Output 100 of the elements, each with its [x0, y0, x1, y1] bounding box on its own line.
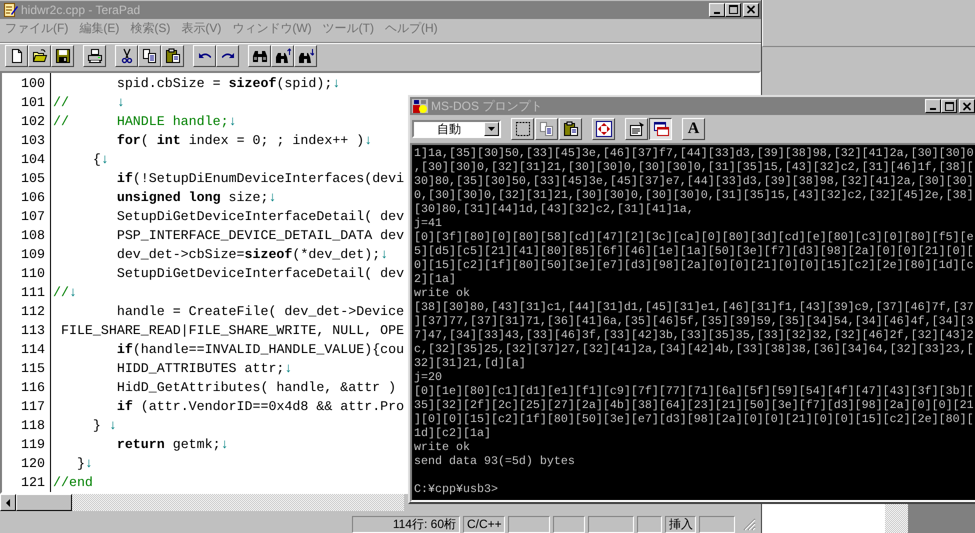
console-line: 0,[30][30]0,[32][31]21,[30][30]0,[30][30]0,[31][35]15,[43][32]c2,[32][45]2e,[38]: [414, 188, 974, 202]
code-line: if (attr.VendorID==0x4d8 && attr.Pro: [116, 398, 404, 416]
status-panel: [553, 516, 585, 533]
line-end-mark: ↓: [228, 113, 237, 132]
maximize-button[interactable]: [725, 2, 742, 17]
line-number: 111: [20, 284, 46, 302]
line-number: 101: [20, 94, 46, 112]
open-button[interactable]: [28, 44, 51, 67]
redo-button[interactable]: [216, 44, 239, 67]
minimize-button[interactable]: [925, 99, 941, 113]
new-file-button[interactable]: [5, 44, 28, 67]
console-line: 1d][c2][1a]: [414, 426, 491, 440]
code-line: // HANDLE handle;: [53, 113, 229, 132]
status-panel: [699, 516, 735, 533]
line-end-mark: ↓: [332, 75, 340, 94]
line-number: 114: [20, 341, 46, 360]
horizontal-scrollbar[interactable]: [0, 494, 404, 512]
console-line: 32][31]21,[d][a]: [414, 356, 526, 370]
cut-button[interactable]: [115, 44, 138, 67]
close-button[interactable]: [959, 99, 975, 113]
console-line: send data 93(=5d) bytes: [414, 454, 575, 468]
code-line: SetupDiGetDeviceInterfaceDetail( dev: [116, 265, 404, 284]
properties-button[interactable]: [625, 118, 648, 140]
paste-button[interactable]: [161, 44, 184, 67]
console-line: [0][3f][80][0][80][58][cd][47][2][3c][ca][0][80][3d][cd][e][80][c3][0][80][f5][e: [414, 230, 974, 244]
line-number: 113: [20, 322, 46, 340]
full-screen-button[interactable]: [592, 118, 615, 140]
code-line: PSP_INTERFACE_DEVICE_DETAIL_DATA dev: [116, 227, 404, 246]
scroll-thumb[interactable]: [16, 494, 72, 512]
save-button[interactable]: [51, 44, 74, 67]
copy-button[interactable]: [535, 118, 558, 140]
code-line: }: [76, 455, 85, 474]
scroll-left-button[interactable]: [0, 494, 16, 512]
code-line: SetupDiGetDeviceInterfaceDetail( dev: [116, 208, 404, 226]
code-line: for( int index = 0; ; index++ ): [116, 132, 364, 150]
window-title: MS-DOS プロンプト: [431, 98, 544, 114]
four-arrows-icon: [596, 121, 612, 137]
console-line: write ok: [414, 440, 470, 454]
menu-item[interactable]: ツール(T): [322, 20, 374, 38]
print-button[interactable]: [83, 44, 106, 67]
status-panel: [508, 516, 550, 533]
line-end-mark: ↓: [116, 94, 125, 112]
line-end-mark: ↓: [364, 132, 372, 150]
resize-grip-icon[interactable]: [742, 517, 756, 532]
console-line: [0][1e][80][c1][d1][e1][f1][c9][7f][77][71][6a][5f][59][54][4f][47][43][3f][3b][: [414, 384, 974, 398]
line-number: 110: [20, 265, 46, 284]
console-line: j=41: [414, 216, 442, 230]
console-line: c,[32][35]25,[32][37]27,[32][41]2a,[34][42]4b,[33][38]38,[36][34]64,[32][33]23,[: [414, 342, 974, 356]
code-line: if(!SetupDiEnumDeviceInterfaces(devi: [116, 170, 404, 188]
menu-item[interactable]: 編集(E): [79, 20, 120, 38]
menu-item[interactable]: ファイル(F): [5, 20, 68, 38]
undo-button[interactable]: [193, 44, 216, 67]
code-line: FILE_SHARE_READ|FILE_SHARE_WRITE, NULL, OPE: [60, 322, 404, 340]
undo-icon: [198, 52, 210, 60]
mark-button[interactable]: [511, 118, 534, 140]
console-line: 5][d5][c5][21][41][80][85][6f][46][1e][1a][50][3e][f7][d3][98][2a][0][0][21][0][: [414, 244, 974, 258]
font-button[interactable]: A: [682, 118, 705, 140]
line-end-mark: ↓: [84, 455, 93, 474]
line-end-mark: ↓: [68, 284, 77, 302]
code-line: }: [92, 417, 102, 436]
menu-item[interactable]: ウィンドウ(W): [232, 20, 312, 38]
line-number: 115: [20, 360, 46, 378]
code-line: spid.cbSize = sizeof(spid);: [116, 75, 332, 94]
dropdown-button[interactable]: [484, 122, 499, 136]
close-button[interactable]: [743, 2, 760, 17]
console-line: 7]47,[34][33]43,[33][46]3f,[33][42]3b,[33][35]35,[33][32]32,[32][46]2f,[32][43]2: [414, 328, 974, 342]
code-line: dev_det->cbSize=sizeof(*dev_det);: [116, 246, 380, 264]
find-next-button[interactable]: [294, 44, 317, 67]
redo-icon: [222, 52, 234, 60]
line-end-mark: ↓: [100, 151, 109, 170]
copy-icon: [142, 48, 158, 64]
maximize-button[interactable]: [941, 99, 957, 113]
line-number: 104: [20, 151, 46, 170]
status-panel: [637, 516, 662, 533]
menu-item[interactable]: ヘルプ(H): [384, 20, 438, 38]
binoculars-down-icon: [298, 48, 314, 64]
console-line: ][0][0][15][c2][1f][80][50][3e][e7][d3][98][2a][0][0][21][0][0][15][c2][2e][80][: [414, 412, 974, 426]
windows-icon: [652, 121, 668, 137]
console-line: ,[30][30]0,[32][31]21,[30][30]0,[30][30]0,[31][35]15,[43][32]c2,[31][46]1f,[38][: [414, 160, 974, 174]
console-line: 30]80,[35][30]50,[33][45]3e,[45][37]e7,[44][33]d3,[39][38]98,[32][41]2a,[30][30]: [414, 174, 974, 188]
find-previous-button[interactable]: [271, 44, 294, 67]
paste-button[interactable]: [559, 118, 582, 140]
maximize-icon: [728, 5, 738, 14]
close-icon: [962, 102, 972, 110]
menu-item[interactable]: 表示(V): [181, 20, 222, 38]
find-button[interactable]: [248, 44, 271, 67]
console-line: 35][32][2f][2c][25][27][2a][4b][38][64][23][21][50][3e][f7][d3][98][2a][0][0][21: [414, 398, 974, 412]
console-line: [38][30]80,[43][31]c1,[44][31]d1,[45][31]e1,[46][31]f1,[43][39]c9,[37][46]7f,[37: [414, 300, 974, 314]
code-line: //end: [53, 474, 93, 492]
console-line: ][37]77,[37][31]71,[36][41]6a,[35][46]5f,[35][39]59,[35][34]54,[34][46]4f,[34][3: [414, 314, 974, 328]
font-size-dropdown[interactable]: 自動: [412, 120, 501, 138]
maximize-icon: [944, 102, 954, 110]
menu-item[interactable]: 検索(S): [130, 20, 170, 38]
copy-icon: [538, 121, 554, 137]
line-number: 106: [20, 189, 46, 208]
minimize-icon: [714, 12, 720, 14]
line-number: 119: [20, 436, 46, 454]
minimize-button[interactable]: [709, 2, 726, 17]
copy-button[interactable]: [138, 44, 161, 67]
dashed-rectangle-icon: [514, 121, 530, 137]
